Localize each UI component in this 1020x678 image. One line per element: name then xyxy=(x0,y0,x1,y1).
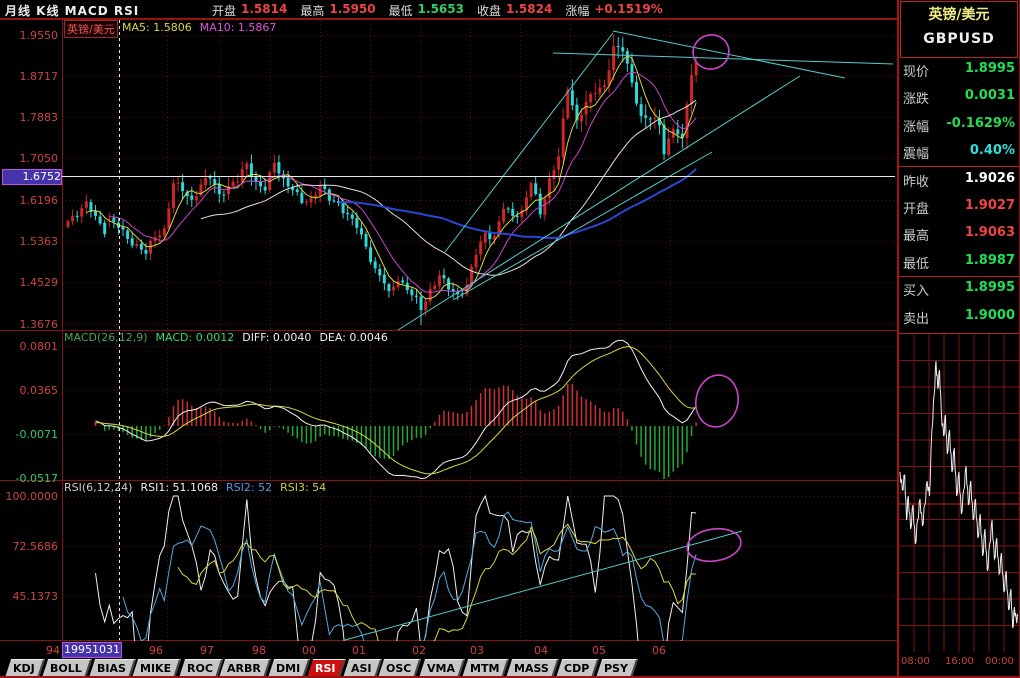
top-separator xyxy=(0,18,897,20)
ohlc-summary: 开盘1.5814 最高1.5950 最低1.5653 收盘1.5824 涨幅+0.151… xyxy=(212,2,663,19)
instrument-label: 英镑/美元 xyxy=(64,20,118,38)
tab-label: MIKE xyxy=(140,660,171,677)
quote-row-ask: 卖出1.9000 xyxy=(903,308,1015,326)
quote-row-price: 现价1.8995 xyxy=(903,61,1015,79)
tab-label: MASS xyxy=(514,660,549,677)
quote-row-low: 最低1.8987 xyxy=(903,253,1015,271)
ohlc-field-open: 开盘1.5814 xyxy=(212,2,287,19)
ohlc-field-low: 最低1.5653 xyxy=(389,2,464,19)
tab-label: BOLL xyxy=(50,660,82,677)
time-label: 16:00 xyxy=(945,656,974,667)
tab-label: KDJ xyxy=(13,660,35,677)
intraday-mini-chart xyxy=(899,334,1019,652)
ohlc-field-high: 最高1.5950 xyxy=(300,2,375,19)
tab-label: OSC xyxy=(386,660,411,677)
tab-label: DMI xyxy=(276,660,300,677)
quote-divider xyxy=(899,333,1019,334)
panel-frame xyxy=(0,20,897,641)
time-label: 00:00 xyxy=(985,656,1014,667)
quote-row-open: 开盘1.9027 xyxy=(903,198,1015,216)
ohlc-field-close: 收盘1.5824 xyxy=(477,2,552,19)
quote-row-prev-close: 昨收1.9026 xyxy=(903,171,1015,189)
quote-row-amplitude: 震幅0.40% xyxy=(903,143,1015,161)
time-label: 08:00 xyxy=(901,656,930,667)
trendlines xyxy=(345,31,893,640)
rsi-lines xyxy=(96,496,697,658)
chart-mode-label: 月线 K线 MACD RSI xyxy=(5,2,139,19)
crosshair-date-label: 19951031 xyxy=(62,642,122,658)
quote-row-bid: 买入1.8995 xyxy=(903,280,1015,298)
top-info-bar: 月线 K线 MACD RSI 开盘1.5814 最高1.5950 最低1.5653 收… xyxy=(0,0,897,18)
pair-name-cn: 英镑/美元 xyxy=(899,4,1019,24)
tab-label: ARBR xyxy=(227,660,261,677)
tab-label: ROC xyxy=(187,660,213,677)
quote-row-change-pct: 涨幅-0.1629% xyxy=(903,116,1015,134)
quote-panel: 英镑/美元 GBPUSD 现价1.8995 涨跌0.0031 涨幅-0.1629% 震… xyxy=(897,0,1020,678)
tab-label: RSI xyxy=(315,660,336,677)
candles xyxy=(67,35,698,325)
tab-label: MTM xyxy=(470,660,499,677)
tab-label: PSY xyxy=(604,660,628,677)
mini-grid xyxy=(899,334,1019,652)
tab-label: ASI xyxy=(351,660,372,677)
tab-label: CDP xyxy=(564,660,589,677)
macd-histogram xyxy=(96,384,697,479)
quote-divider xyxy=(899,166,1019,167)
forex-charting-app: 月线 K线 MACD RSI 开盘1.5814 最高1.5950 最低1.5653 收… xyxy=(0,0,1020,678)
pair-symbol: GBPUSD xyxy=(899,31,1019,47)
tab-label: BIAS xyxy=(97,660,126,677)
quote-row-change: 涨跌0.0031 xyxy=(903,88,1015,106)
ohlc-field-change-pct: 涨幅+0.1519% xyxy=(565,2,662,19)
crosshair-price-label: 1.6752 xyxy=(2,169,62,185)
quote-divider xyxy=(899,276,1019,277)
tab-label: VMA xyxy=(427,660,455,677)
main-chart-area[interactable] xyxy=(0,0,897,658)
quote-row-high: 最高1.9063 xyxy=(903,225,1015,243)
macd-lines xyxy=(96,340,697,478)
